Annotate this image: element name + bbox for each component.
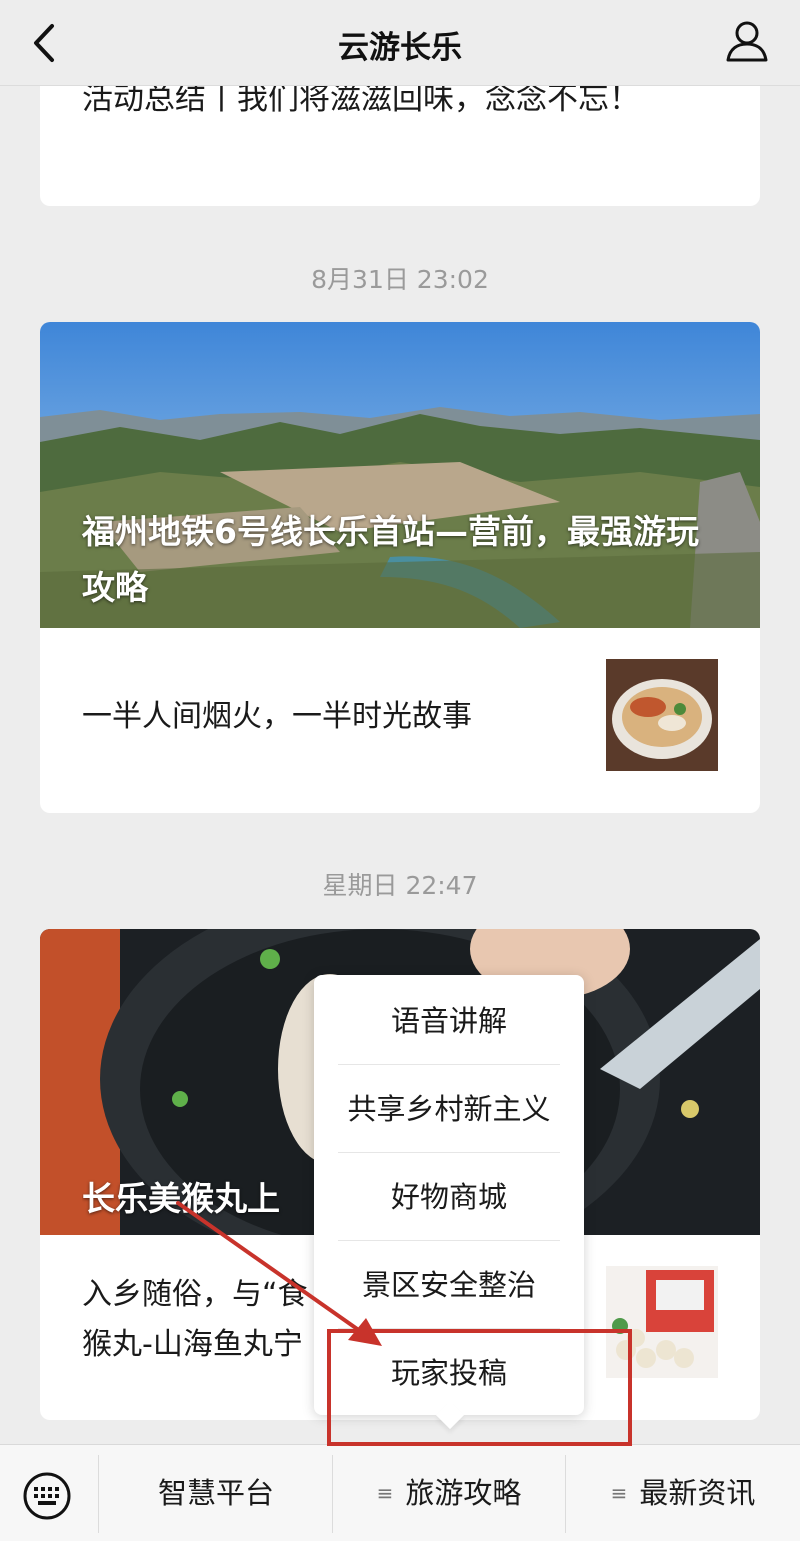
menu-smart-platform[interactable]: 智慧平台	[100, 1445, 332, 1541]
menu-label: 旅游攻略	[405, 1476, 522, 1510]
menu-travel-guide[interactable]: ≡ 旅游攻略	[333, 1445, 565, 1541]
menu-list-icon: ≡	[376, 1481, 394, 1505]
menu-latest-news[interactable]: ≡ 最新资讯	[566, 1445, 800, 1541]
bottom-menu-bar: 智慧平台 ≡ 旅游攻略 ≡ 最新资讯	[0, 1444, 800, 1541]
submenu-popup: 语音讲解 共享乡村新主义 好物商城 景区安全整治 玩家投稿	[314, 975, 584, 1415]
sub-article-thumbnail	[606, 659, 718, 771]
sub-article-title: 一半人间烟火，一半时光故事	[82, 699, 472, 734]
profile-button[interactable]	[722, 16, 772, 66]
keyboard-icon	[23, 1472, 71, 1520]
sub-article[interactable]: 一半人间烟火，一半时光故事	[40, 628, 760, 813]
page-title: 云游长乐	[338, 30, 462, 66]
divider	[98, 1455, 99, 1533]
nav-bar: 云游长乐	[0, 0, 800, 86]
message-timestamp: 星期日 22:47	[322, 871, 478, 900]
cover-title: 福州地铁6号线长乐首站—营前，最强游玩攻略	[82, 512, 699, 607]
menu-label: 最新资讯	[639, 1476, 756, 1510]
menu-item-mall[interactable]: 好物商城	[338, 1153, 560, 1241]
sub-article-title: 入乡随俗，与“食猴丸-山海鱼丸宁	[82, 1277, 308, 1362]
menu-item-player-submission[interactable]: 玩家投稿	[338, 1329, 560, 1417]
menu-item-scenic-safety[interactable]: 景区安全整治	[338, 1241, 560, 1329]
menu-label: 智慧平台	[157, 1476, 274, 1510]
menu-item-audio-guide[interactable]: 语音讲解	[338, 977, 560, 1065]
message-timestamp: 8月31日 23:02	[311, 265, 489, 294]
cover-image[interactable]: 福州地铁6号线长乐首站—营前，最强游玩攻略	[40, 322, 760, 628]
menu-list-icon: ≡	[610, 1481, 628, 1505]
user-icon	[726, 21, 768, 62]
article-card[interactable]: 福州地铁6号线长乐首站—营前，最强游玩攻略 一半人间烟火，一半时光故事	[40, 322, 760, 813]
sub-article-thumbnail	[606, 1266, 718, 1378]
keyboard-toggle-button[interactable]	[22, 1471, 72, 1521]
menu-item-rural-sharing[interactable]: 共享乡村新主义	[338, 1065, 560, 1153]
